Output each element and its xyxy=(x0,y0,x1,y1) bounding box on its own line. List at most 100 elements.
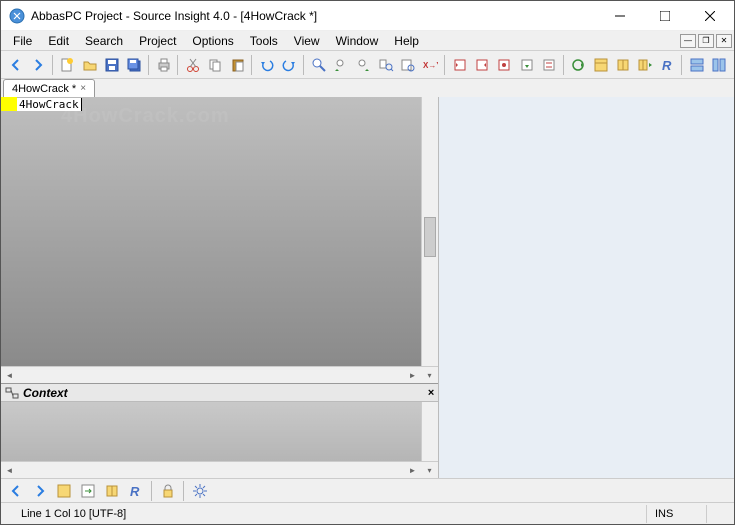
context-hscroll[interactable]: ◄ ► ▾ xyxy=(1,461,438,478)
redo-button[interactable] xyxy=(279,54,300,76)
titlebar: AbbasPC Project - Source Insight 4.0 - [… xyxy=(1,1,734,31)
context-content[interactable] xyxy=(1,402,421,461)
toolbar-separator xyxy=(563,55,565,75)
context-vscroll[interactable] xyxy=(421,402,438,461)
symbol-window-button[interactable] xyxy=(590,54,611,76)
settings-button[interactable] xyxy=(189,480,211,502)
find-button[interactable] xyxy=(308,54,329,76)
scroll-right-icon[interactable]: ► xyxy=(404,368,421,383)
copy-button[interactable] xyxy=(205,54,226,76)
main-toolbar: X→Y R xyxy=(1,51,734,79)
mdi-close-button[interactable]: ✕ xyxy=(716,34,732,48)
menu-help[interactable]: Help xyxy=(386,32,427,50)
scroll-end-icon[interactable]: ▾ xyxy=(421,368,438,383)
vertical-scrollbar[interactable] xyxy=(421,97,438,366)
bottom-toolbar: R xyxy=(1,478,734,502)
status-bar: Line 1 Col 10 [UTF-8] INS xyxy=(1,502,734,524)
tab-close-icon[interactable]: × xyxy=(80,83,86,94)
svg-text:X→Y: X→Y xyxy=(423,61,438,70)
toolbar-separator xyxy=(148,55,150,75)
mdi-minimize-button[interactable]: — xyxy=(680,34,696,48)
save-button[interactable] xyxy=(101,54,122,76)
menu-edit[interactable]: Edit xyxy=(40,32,77,50)
menu-search[interactable]: Search xyxy=(77,32,131,50)
lookup-button[interactable] xyxy=(397,54,418,76)
mdi-restore-button[interactable]: ❐ xyxy=(698,34,714,48)
toolbar-separator xyxy=(251,55,253,75)
scroll-end-icon[interactable]: ▾ xyxy=(421,463,438,478)
replace-button[interactable]: X→Y xyxy=(420,54,441,76)
menu-tools[interactable]: Tools xyxy=(242,32,286,50)
scroll-left-icon[interactable]: ◄ xyxy=(1,368,18,383)
menu-window[interactable]: Window xyxy=(328,32,387,50)
menu-file[interactable]: File xyxy=(5,32,40,50)
app-icon xyxy=(9,8,25,24)
forward-button[interactable] xyxy=(27,54,48,76)
relation-btn-2[interactable]: R xyxy=(125,480,147,502)
context-close-button[interactable]: × xyxy=(428,387,434,399)
book-nav-button[interactable] xyxy=(635,54,656,76)
new-file-button[interactable] xyxy=(57,54,78,76)
toolbar-separator xyxy=(177,55,179,75)
maximize-button[interactable] xyxy=(642,2,687,30)
line-marker xyxy=(1,97,17,111)
horizontal-scrollbar[interactable]: ◄ ► ▾ xyxy=(1,366,438,383)
menu-project[interactable]: Project xyxy=(131,32,184,50)
menubar: File Edit Search Project Options Tools V… xyxy=(1,31,734,51)
svg-text:R: R xyxy=(130,484,140,499)
nav-back-button[interactable] xyxy=(5,480,27,502)
toolbar-separator xyxy=(444,55,446,75)
bookmark-prev-button[interactable] xyxy=(449,54,470,76)
book-icon-button[interactable] xyxy=(612,54,633,76)
context-panel: Context × ◄ ► ▾ xyxy=(1,383,438,478)
tile-vertical-button[interactable] xyxy=(709,54,730,76)
toolbar-separator xyxy=(303,55,305,75)
context-icon xyxy=(5,386,19,400)
open-file-button[interactable] xyxy=(79,54,100,76)
callers-button[interactable] xyxy=(516,54,537,76)
minimize-button[interactable] xyxy=(597,2,642,30)
book-button[interactable] xyxy=(101,480,123,502)
find-next-button[interactable] xyxy=(353,54,374,76)
app-window: AbbasPC Project - Source Insight 4.0 - [… xyxy=(0,0,735,525)
context-header: Context × xyxy=(1,384,438,402)
tile-horizontal-button[interactable] xyxy=(686,54,707,76)
scroll-right-icon[interactable]: ► xyxy=(404,463,421,478)
toolbar-separator xyxy=(151,481,153,501)
back-button[interactable] xyxy=(5,54,26,76)
cut-button[interactable] xyxy=(182,54,203,76)
editor-content[interactable]: 4HowCrack.com 4HowCrack xyxy=(1,97,421,366)
tab-bar: 4HowCrack * × xyxy=(1,79,734,97)
side-panel[interactable] xyxy=(439,97,734,478)
main-area: 4HowCrack.com 4HowCrack ◄ ► ▾ xyxy=(1,97,734,478)
editor-text[interactable]: 4HowCrack xyxy=(17,98,82,111)
goto-button[interactable] xyxy=(77,480,99,502)
bookmark-button[interactable] xyxy=(494,54,515,76)
toolbar-separator xyxy=(52,55,54,75)
print-button[interactable] xyxy=(153,54,174,76)
editor-line: 4HowCrack xyxy=(1,97,82,111)
lock-button[interactable] xyxy=(157,480,179,502)
status-grip xyxy=(706,505,726,523)
relation-button[interactable]: R xyxy=(657,54,678,76)
scrollbar-thumb[interactable] xyxy=(424,217,436,257)
search-files-button[interactable] xyxy=(375,54,396,76)
toolbar-separator xyxy=(183,481,185,501)
scroll-left-icon[interactable]: ◄ xyxy=(1,463,18,478)
refs-button[interactable] xyxy=(538,54,559,76)
menu-view[interactable]: View xyxy=(286,32,328,50)
undo-button[interactable] xyxy=(256,54,277,76)
watermark-text: 4HowCrack.com xyxy=(61,105,230,128)
file-tab[interactable]: 4HowCrack * × xyxy=(3,79,95,97)
find-prev-button[interactable] xyxy=(330,54,351,76)
symbols-button[interactable] xyxy=(53,480,75,502)
bookmark-next-button[interactable] xyxy=(471,54,492,76)
status-mode: INS xyxy=(646,505,706,523)
nav-forward-button[interactable] xyxy=(29,480,51,502)
close-button[interactable] xyxy=(687,2,732,30)
sync-button[interactable] xyxy=(568,54,589,76)
menu-options[interactable]: Options xyxy=(184,32,241,50)
context-body xyxy=(1,402,438,461)
save-all-button[interactable] xyxy=(124,54,145,76)
paste-button[interactable] xyxy=(227,54,248,76)
